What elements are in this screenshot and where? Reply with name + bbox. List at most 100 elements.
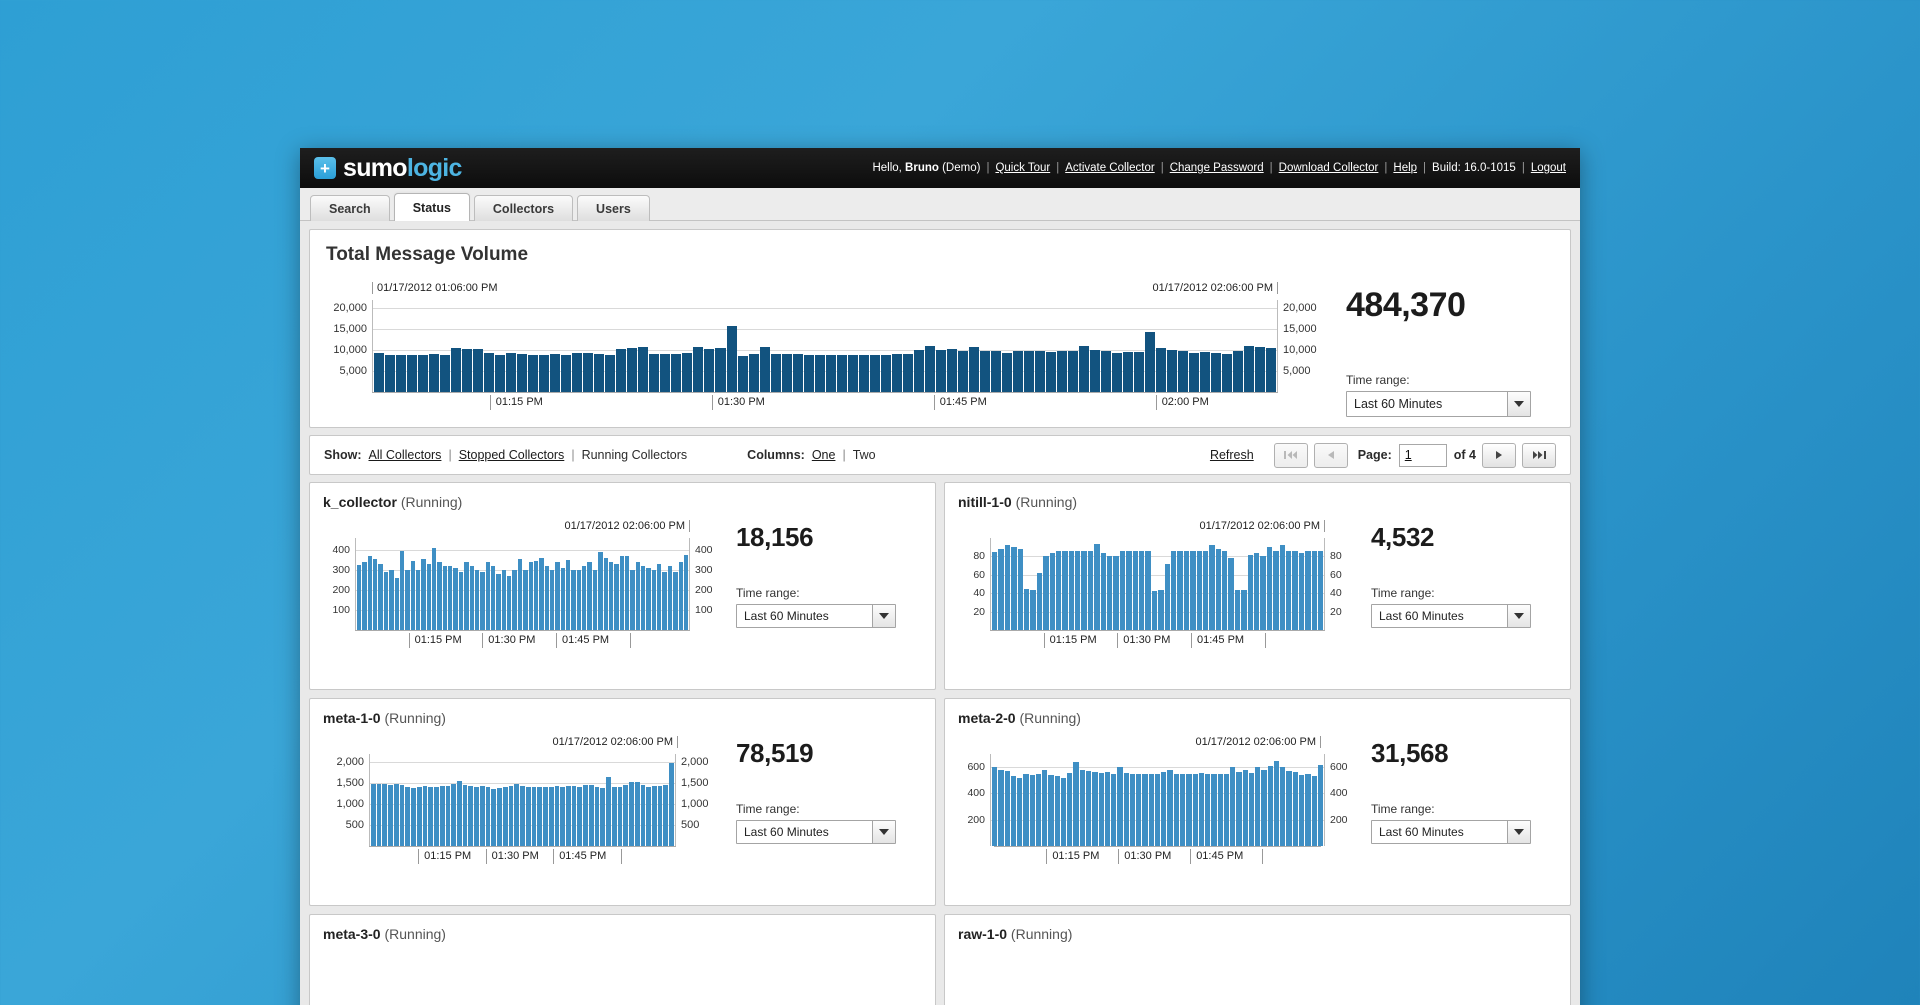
bar — [611, 786, 617, 846]
x-axis-tick-label: 01:30 PM — [485, 849, 539, 864]
collector-chart: 01/17/2012 02:06:00 PM 400 300 200 100 400 3… — [323, 520, 722, 650]
x-axis: 01:15 PM 01:30 PM 01:45 PM — [990, 630, 1325, 650]
bar — [683, 555, 689, 630]
chevron-down-icon[interactable] — [1507, 392, 1530, 416]
bar — [411, 788, 416, 846]
time-range-select[interactable]: Last 60 Minutes — [736, 820, 896, 844]
help-link[interactable]: Help — [1393, 162, 1417, 174]
logout-link[interactable]: Logout — [1531, 162, 1566, 174]
bar — [606, 777, 611, 846]
y-axis-tick-label: 15,000 — [333, 323, 367, 336]
columns-one-link[interactable]: One — [812, 448, 836, 462]
y-axis-tick-label: 200 — [1330, 813, 1348, 826]
collector-message-count: 78,519 — [736, 738, 814, 768]
first-page-icon — [1284, 451, 1298, 459]
bar — [1075, 550, 1081, 630]
bar — [528, 562, 533, 630]
tab-users[interactable]: Users — [577, 195, 650, 221]
columns-two-current[interactable]: Two — [853, 448, 876, 462]
previous-page-button[interactable] — [1313, 442, 1348, 468]
time-range-label: Time range: — [1346, 373, 1410, 387]
bar — [394, 578, 399, 630]
y-axis-tick-label: 400 — [695, 544, 713, 556]
last-page-button[interactable] — [1522, 442, 1556, 468]
bar — [405, 570, 410, 630]
collectors-toolbar: Show: All Collectors | Stopped Collector… — [309, 435, 1571, 475]
bar — [1222, 550, 1228, 630]
bar — [913, 350, 924, 392]
tab-search[interactable]: Search — [310, 195, 390, 221]
y-axis-tick-label: 300 — [695, 564, 713, 576]
bar — [1164, 563, 1170, 630]
page-label: Page: — [1357, 448, 1392, 462]
chart-time-stamps: 01/17/2012 02:06:00 PM — [323, 520, 722, 538]
bar — [946, 348, 957, 392]
plot-area — [990, 538, 1325, 630]
refresh-link[interactable]: Refresh — [1210, 448, 1254, 462]
collector-title: nitill-1-0 (Running) — [958, 494, 1557, 510]
y-axis-tick-label: 60 — [973, 568, 985, 581]
bar — [935, 349, 946, 392]
bar — [422, 785, 428, 846]
activate-collector-link[interactable]: Activate Collector — [1065, 162, 1154, 174]
bar — [1098, 773, 1104, 846]
bar — [1223, 774, 1230, 846]
tab-collectors[interactable]: Collectors — [473, 195, 574, 221]
time-range-select[interactable]: Last 60 Minutes — [736, 604, 896, 628]
bar — [600, 788, 606, 846]
sumologic-logo[interactable]: + sumologic — [314, 154, 462, 183]
bar — [1081, 550, 1087, 630]
bar — [603, 558, 608, 630]
show-all-collectors-link[interactable]: All Collectors — [369, 448, 442, 462]
time-range-select[interactable]: Last 60 Minutes — [1346, 391, 1531, 417]
y-axis-tick-label: 400 — [967, 787, 985, 800]
bar — [490, 566, 496, 630]
time-range-label: Time range: — [736, 586, 800, 600]
quick-tour-link[interactable]: Quick Tour — [995, 162, 1050, 174]
time-range-select[interactable]: Last 60 Minutes — [1371, 820, 1531, 844]
bar — [550, 353, 561, 392]
bar — [1055, 550, 1062, 630]
bar — [1079, 770, 1085, 846]
first-page-button[interactable] — [1273, 442, 1308, 468]
chevron-down-icon[interactable] — [1507, 821, 1530, 843]
page-input[interactable]: 1 — [1398, 443, 1447, 467]
bar — [1170, 550, 1177, 630]
bar — [1023, 351, 1034, 392]
bar — [396, 354, 407, 392]
bar — [1030, 589, 1036, 630]
y-axis-tick-label: 1,500 — [336, 777, 364, 790]
prev-page-icon — [1327, 451, 1334, 459]
bar — [1242, 769, 1248, 846]
bar — [1043, 556, 1049, 630]
nav-separator: | — [986, 162, 990, 174]
bar — [1205, 774, 1211, 846]
next-page-button[interactable] — [1482, 442, 1516, 468]
x-axis-tick-label: 01:15 PM — [1043, 633, 1097, 648]
build-version: Build: 16.0-1015 — [1432, 162, 1516, 174]
total-message-volume-panel: Total Message Volume 01/17/2012 01:06:00… — [309, 229, 1571, 428]
time-range-select[interactable]: Last 60 Minutes — [1371, 604, 1531, 628]
show-stopped-collectors-link[interactable]: Stopped Collectors — [459, 448, 565, 462]
bar — [891, 354, 902, 392]
download-collector-link[interactable]: Download Collector — [1279, 162, 1379, 174]
nav-separator: | — [1521, 162, 1525, 174]
application-window: + sumologic Hello, Bruno (Demo) | Quick … — [300, 148, 1580, 1005]
bar — [1156, 348, 1167, 392]
bar — [814, 355, 825, 392]
y-axis-tick-label: 40 — [1330, 587, 1342, 600]
chevron-down-icon[interactable] — [1507, 605, 1530, 627]
bar — [410, 561, 415, 630]
chevron-down-icon[interactable] — [872, 821, 895, 843]
bar — [480, 572, 485, 630]
bar — [1023, 588, 1030, 630]
tab-status[interactable]: Status — [393, 193, 470, 221]
collector-status: (Running) — [1015, 494, 1078, 510]
nav-separator: | — [1384, 162, 1388, 174]
bar — [485, 562, 490, 630]
change-password-link[interactable]: Change Password — [1170, 162, 1264, 174]
show-running-collectors-current[interactable]: Running Collectors — [582, 448, 688, 462]
bar — [495, 355, 506, 392]
y-axis-tick-label: 60 — [1330, 568, 1342, 581]
chevron-down-icon[interactable] — [872, 605, 895, 627]
